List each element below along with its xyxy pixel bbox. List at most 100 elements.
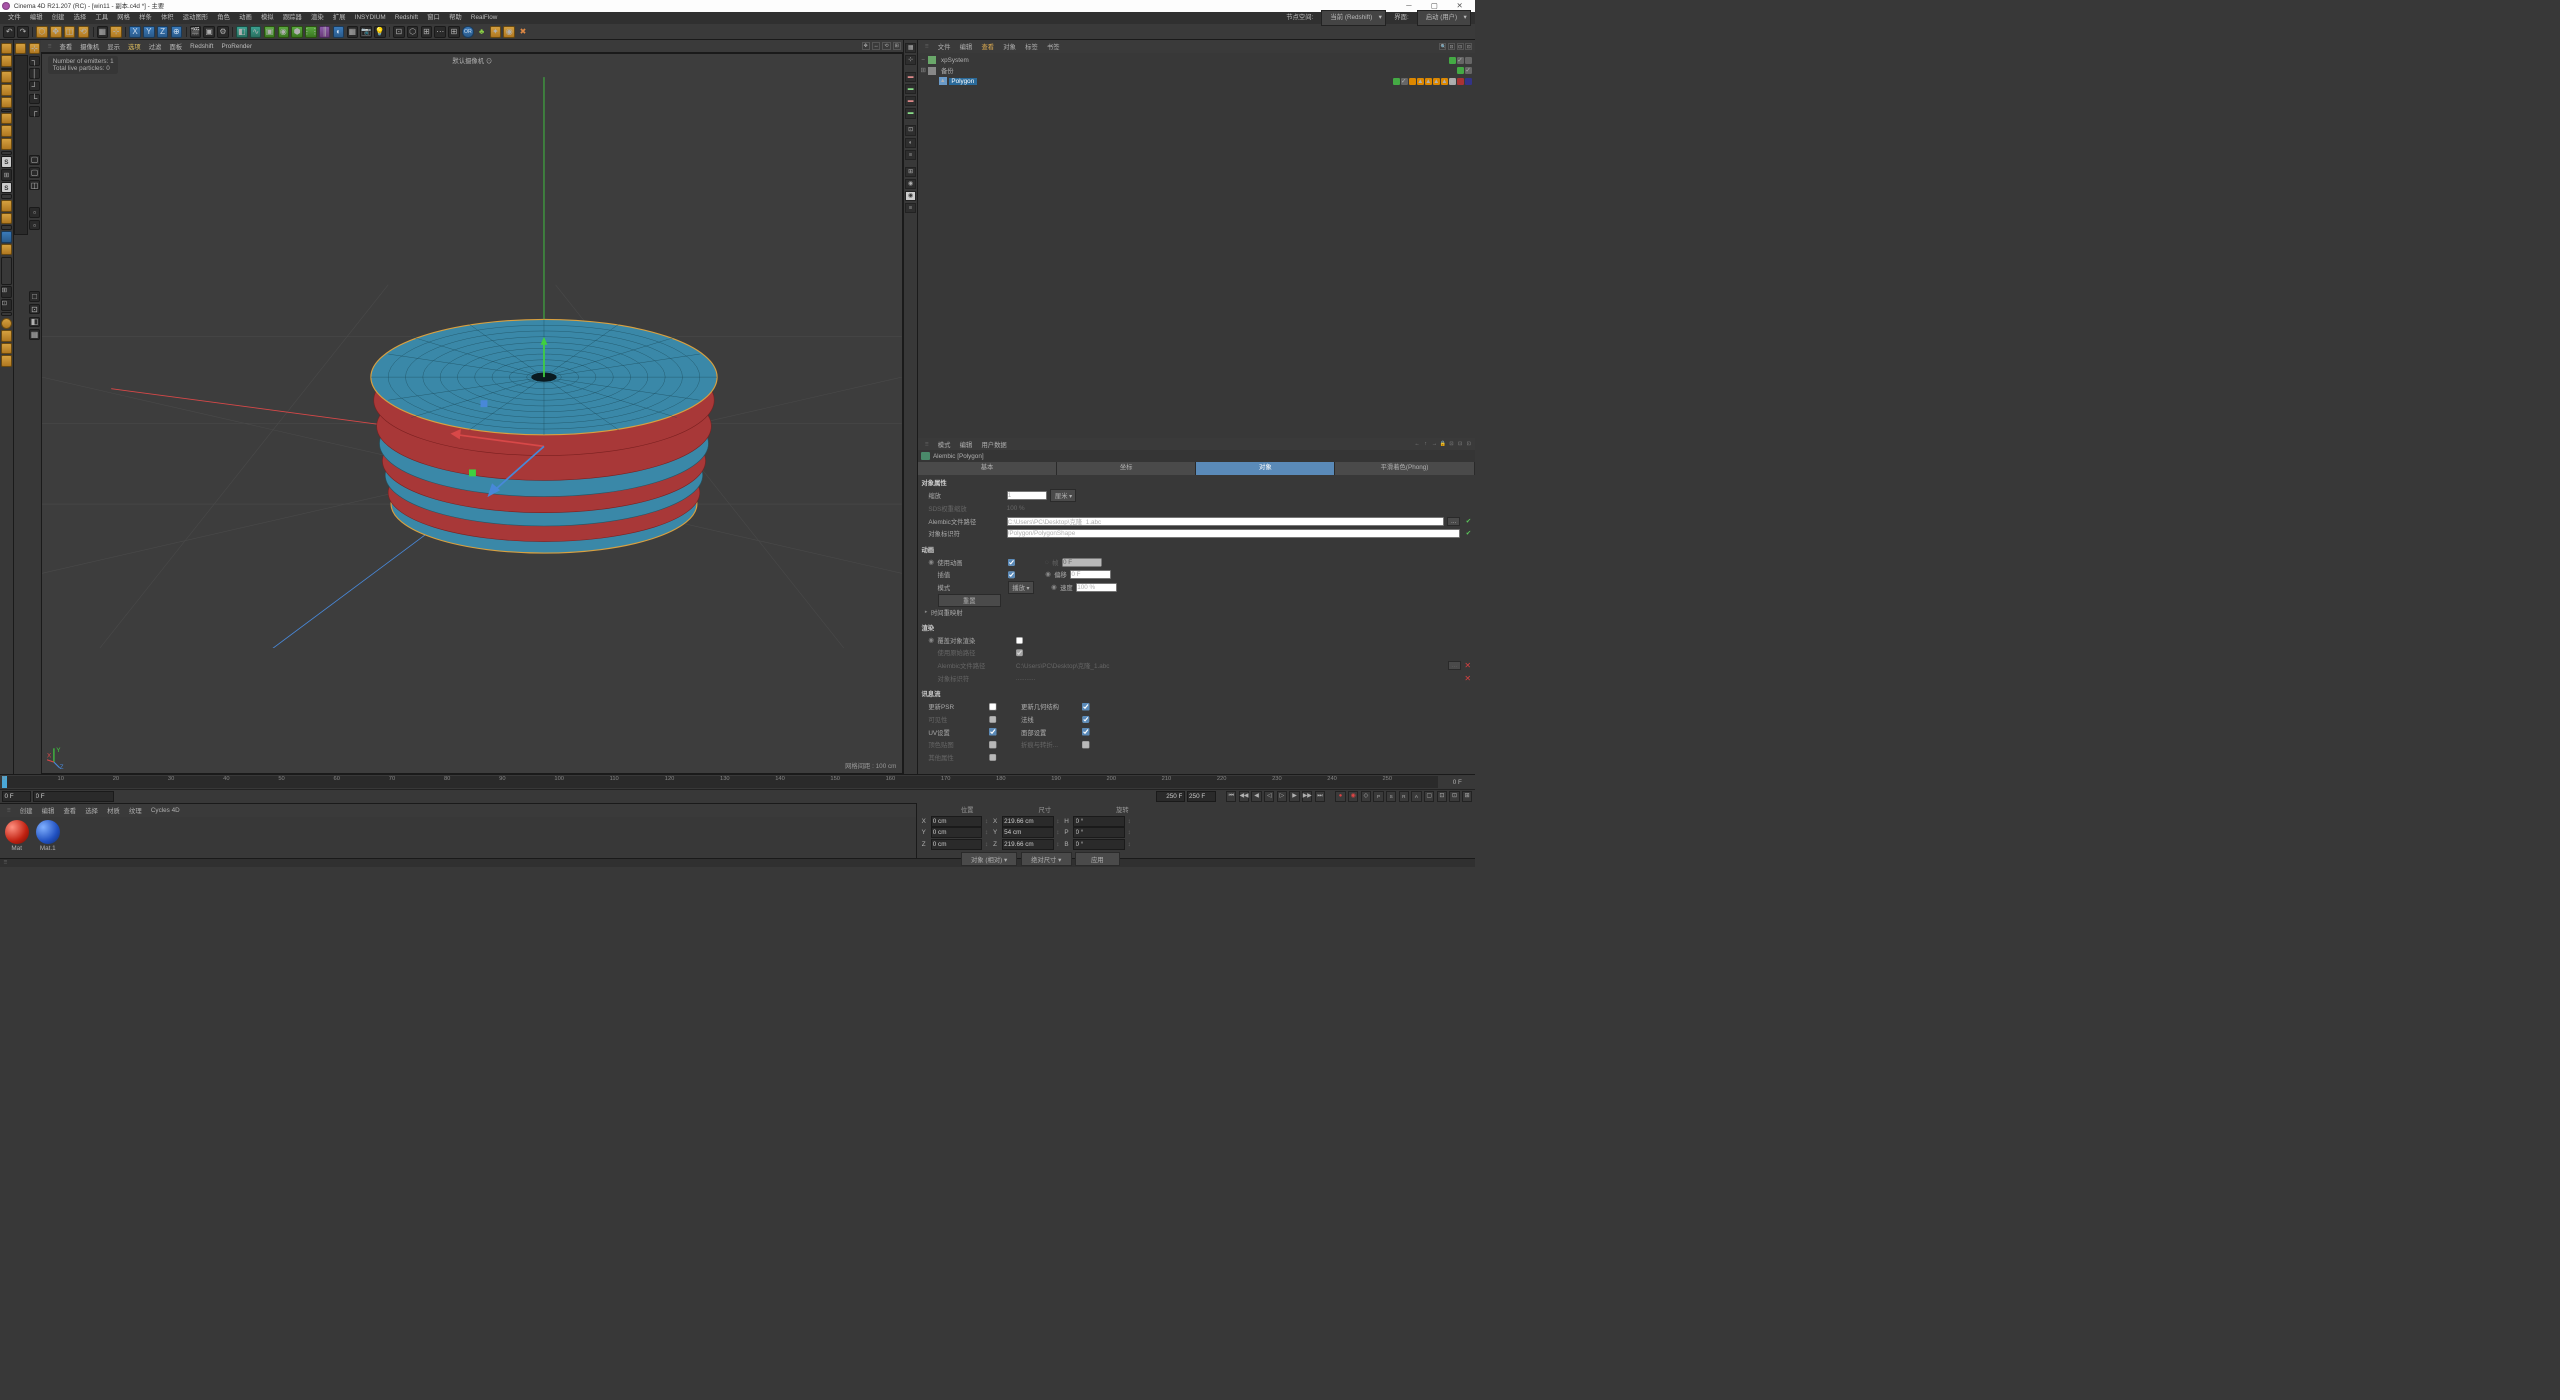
vol-1[interactable] xyxy=(1,231,13,243)
model-mode[interactable] xyxy=(1,43,13,55)
poly-mode[interactable] xyxy=(1,138,13,150)
scale-input[interactable] xyxy=(1007,491,1047,500)
menu-volume[interactable]: 体积 xyxy=(156,12,178,25)
reset-button[interactable]: 重置 xyxy=(938,594,1001,607)
key-rot[interactable]: R xyxy=(1399,791,1409,801)
camera-tool[interactable]: 📷 xyxy=(360,26,372,38)
field-tool[interactable]: ◐ xyxy=(333,26,345,38)
layout-dropdown[interactable]: 启动 (用户) ▾ xyxy=(1417,10,1471,26)
light-tool[interactable]: 💡 xyxy=(374,26,386,38)
vp-menu-cameras[interactable]: 摄像机 xyxy=(76,42,103,51)
tb3-3[interactable]: │ xyxy=(29,68,39,78)
key-pos[interactable]: P xyxy=(1373,791,1383,801)
autokey[interactable]: ◉ xyxy=(1348,791,1358,801)
om-view[interactable]: 查看 xyxy=(977,42,999,51)
render-picture[interactable]: ▣ xyxy=(203,26,215,38)
rot-h[interactable] xyxy=(1073,816,1125,827)
mat-edit[interactable]: 编辑 xyxy=(37,806,59,815)
tb3-12[interactable]: □ xyxy=(29,291,39,301)
coord-mode-dropdown[interactable]: 对象 (相对) ▾ xyxy=(961,852,1018,865)
menu-window[interactable]: 窗口 xyxy=(423,12,445,25)
vis-1[interactable]: ⊞ xyxy=(1,286,13,298)
key-opts[interactable]: ◇ xyxy=(1361,791,1371,801)
key-param[interactable]: A xyxy=(1411,791,1421,801)
recent-tool[interactable]: ▦ xyxy=(97,26,109,38)
abc-path-browse[interactable]: ... xyxy=(1447,517,1460,526)
menu-character[interactable]: 角色 xyxy=(213,12,235,25)
tb3-2[interactable]: ┐ xyxy=(29,56,39,66)
mb-5[interactable]: ▬ xyxy=(905,96,915,106)
y-axis-toggle[interactable]: Y xyxy=(143,26,155,38)
pos-x[interactable] xyxy=(931,816,983,827)
tb2-1[interactable] xyxy=(15,43,27,55)
tree-row-xpsystem[interactable]: − xpSystem ✓ xyxy=(920,55,1472,65)
play-back[interactable]: ◁ xyxy=(1264,791,1274,801)
env-tool[interactable]: ▦ xyxy=(347,26,359,38)
tb3-4[interactable]: ┘ xyxy=(29,81,39,91)
time-remap-expander[interactable]: 时间重映射 xyxy=(921,607,1471,619)
vp-nav-4[interactable]: ⊞ xyxy=(893,42,901,50)
minimize-button[interactable]: ─ xyxy=(1396,1,1421,10)
tb3-14[interactable]: ◧ xyxy=(29,317,39,327)
render-path-clear[interactable]: ✕ xyxy=(1464,661,1471,670)
vp-menu-redshift[interactable]: Redshift xyxy=(186,43,217,50)
step-back[interactable]: ◀◀ xyxy=(1239,791,1249,801)
mb-11[interactable]: ◉ xyxy=(905,179,915,189)
vp-menu-view[interactable]: 查看 xyxy=(56,42,77,51)
mat-select[interactable]: 选择 xyxy=(81,806,103,815)
vp-menu-display[interactable]: 显示 xyxy=(103,42,124,51)
next-frame[interactable]: ▶ xyxy=(1289,791,1299,801)
tb3-15[interactable]: ▦ xyxy=(29,329,39,339)
cube-mode[interactable] xyxy=(1,71,13,83)
key-more2[interactable]: ⊡ xyxy=(1449,791,1459,801)
rot-p[interactable] xyxy=(1073,827,1125,838)
attr-userdata[interactable]: 用户数据 xyxy=(977,440,1012,449)
size-mode-dropdown[interactable]: 绝对尺寸 ▾ xyxy=(1021,852,1072,865)
mb-7[interactable]: ⊡ xyxy=(905,125,915,135)
face-checkbox[interactable] xyxy=(1082,728,1089,735)
key-more1[interactable]: ⊡ xyxy=(1437,791,1447,801)
close-button[interactable]: ✕ xyxy=(1447,1,1472,10)
generator-2[interactable]: ◉ xyxy=(278,26,290,38)
tb3-13[interactable]: ⊡ xyxy=(29,304,39,314)
use-anim-checkbox[interactable] xyxy=(1008,559,1015,566)
mat-item-1[interactable]: Mat.1 xyxy=(35,820,61,855)
mat-cycles[interactable]: Cycles 4D xyxy=(146,807,184,814)
plugin-1[interactable]: ♣ xyxy=(476,26,488,38)
override-checkbox[interactable] xyxy=(1016,637,1023,644)
mb-6[interactable]: ▬ xyxy=(905,108,915,118)
mb-12[interactable]: ◉ xyxy=(905,191,915,201)
om-eye-icon[interactable]: ⊡ xyxy=(1457,43,1464,50)
om-objects[interactable]: 对象 xyxy=(999,42,1021,51)
goto-start[interactable]: ⏮ xyxy=(1226,791,1236,801)
project-end[interactable] xyxy=(1187,791,1216,802)
tb3-5[interactable]: └ xyxy=(29,94,39,104)
tree-row-polygon[interactable]: ▲ Polygon ✓ ▲ ▲▲ ▲◉ xyxy=(920,76,1472,86)
snap-s2[interactable]: S xyxy=(1,182,13,194)
misc-5[interactable]: ⊞ xyxy=(448,26,460,38)
mb-10[interactable]: ⊞ xyxy=(905,167,915,177)
object-tree[interactable]: − xpSystem ✓ ⊞ 备份 ✓ ▲ Polygon ✓ ▲ ▲▲ xyxy=(918,53,1475,438)
obj-id-input[interactable] xyxy=(1007,529,1460,538)
render-view[interactable]: 🎬 xyxy=(190,26,202,38)
om-filter-icon[interactable]: ⊡ xyxy=(1448,43,1455,50)
range-start[interactable] xyxy=(2,791,31,802)
timeline-ruler[interactable]: 0102030405060708090100110120130140150160… xyxy=(2,776,1437,788)
attr-nav-back[interactable]: ← xyxy=(1414,441,1421,448)
size-y[interactable] xyxy=(1002,827,1054,838)
tb3-6[interactable]: ┌ xyxy=(29,106,39,116)
attr-nav-fwd[interactable]: → xyxy=(1431,441,1438,448)
mb-1[interactable]: ▦ xyxy=(905,43,915,53)
mb-13[interactable]: ≡ xyxy=(905,203,915,213)
undo-button[interactable]: ↶ xyxy=(3,26,15,38)
menu-simulate[interactable]: 模拟 xyxy=(256,12,278,25)
mb-2[interactable]: ⊹ xyxy=(905,55,915,65)
sel-2[interactable] xyxy=(1,330,13,342)
mb-4[interactable]: ▬ xyxy=(905,84,915,94)
apply-button[interactable]: 应用 xyxy=(1075,852,1120,865)
maximize-button[interactable]: ▢ xyxy=(1422,1,1447,10)
plugin-3[interactable]: ◉ xyxy=(503,26,515,38)
om-search-icon[interactable]: 🔍 xyxy=(1439,43,1446,50)
scale-unit-dropdown[interactable]: 厘米 ▾ xyxy=(1050,489,1076,502)
menu-render[interactable]: 渲染 xyxy=(306,12,328,25)
